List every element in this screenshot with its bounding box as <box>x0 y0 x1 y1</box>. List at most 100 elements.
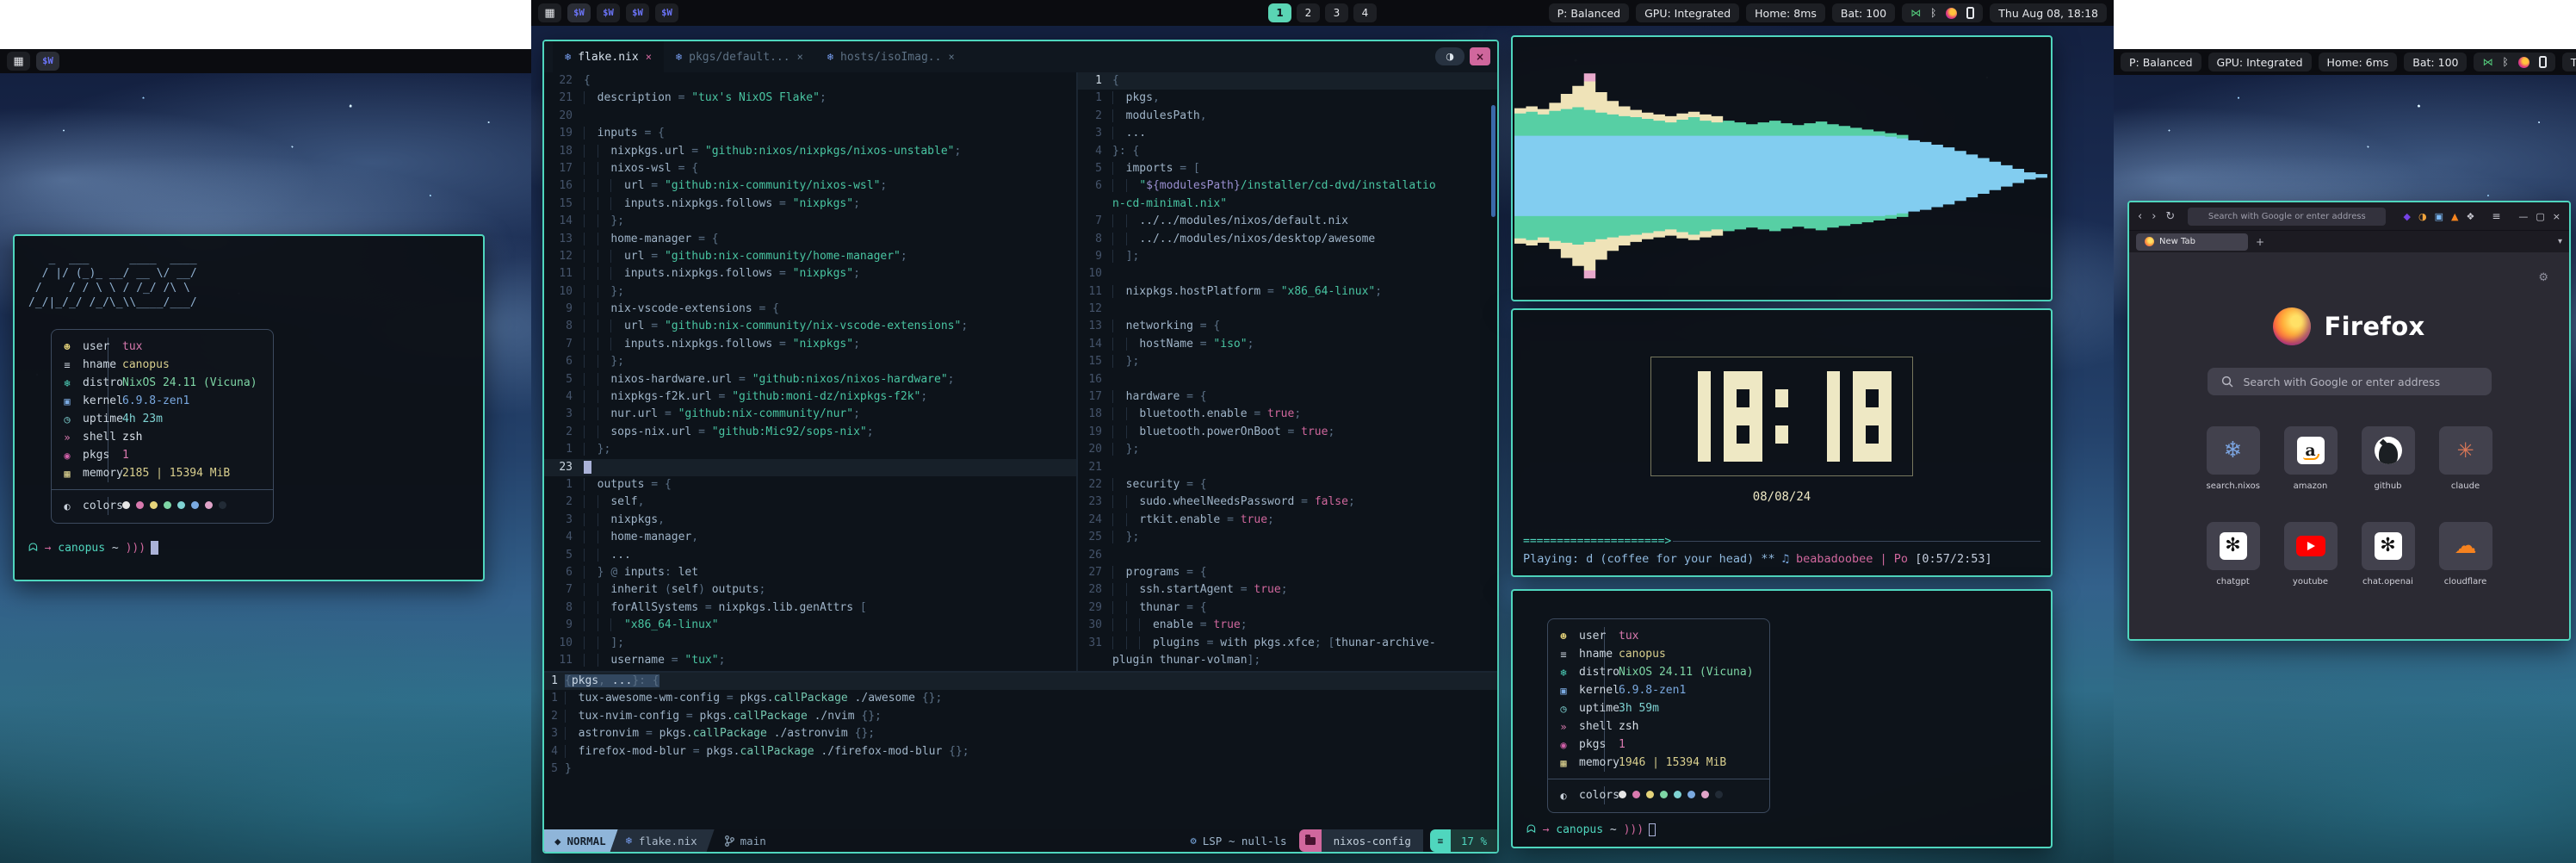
code-text: inherit (self) outputs; <box>584 581 765 599</box>
code-text: { <box>584 72 591 90</box>
menu-hamburger-icon[interactable]: ≡ <box>2492 210 2500 222</box>
tab-close-icon[interactable]: × <box>646 51 652 63</box>
fetch-value: tux <box>1605 630 1654 643</box>
workspace-button-4[interactable]: 4 <box>1353 3 1377 22</box>
workspace-button-3[interactable]: 3 <box>1325 3 1348 22</box>
neovim-editor-window[interactable]: ❄flake.nix×❄pkgs/default...×❄hosts/isoIm… <box>542 40 1499 854</box>
metamask-fox-icon[interactable]: ▲ <box>2451 211 2458 222</box>
editor-tab-pkgs-default-[interactable]: ❄pkgs/default...× <box>664 41 815 72</box>
terminal-cava-window[interactable]: ======================> Playing: ffee fo… <box>1511 35 2053 301</box>
line-number: 14 <box>544 213 584 230</box>
shell-prompt[interactable]: ᗣ → canopus ~ ))) <box>1526 823 1656 836</box>
tag-button[interactable]: $W <box>626 3 649 22</box>
scrollbar[interactable] <box>1491 105 1495 217</box>
tag-button[interactable]: $W <box>567 3 591 22</box>
shortcut-tile-chatgpt[interactable]: ✻chatgpt <box>2207 522 2260 587</box>
shortcut-tile-amazon[interactable]: aamazon <box>2284 426 2338 491</box>
back-button[interactable]: ‹ <box>2138 210 2142 223</box>
line-number: 14 <box>1078 336 1112 353</box>
terminal-fastfetch-right[interactable]: ☻usertux≡hnamecanopus❄distroNixOS 24.11 … <box>1511 589 2053 848</box>
network-icon[interactable]: ⋈ <box>1910 7 1921 19</box>
bluetooth-icon[interactable]: ᛒ <box>1930 7 1936 19</box>
fetch-row: ☻usertux <box>52 338 273 356</box>
ublock-shield-icon[interactable]: ▣ <box>2435 211 2443 222</box>
extensions-puzzle-icon[interactable]: ❖ <box>2466 211 2474 222</box>
code-text: }; <box>584 213 624 230</box>
shortcut-tile-youtube[interactable]: youtube <box>2284 522 2338 587</box>
code-text: } @ inputs: let <box>584 564 698 581</box>
line-number: 12 <box>544 248 584 265</box>
code-text: sops-nix.url = "github:Mic92/sops-nix"; <box>584 424 874 441</box>
color-picker-icon[interactable] <box>1946 8 1957 19</box>
launcher-button[interactable]: ▦ <box>7 52 30 71</box>
shell-prompt[interactable]: ᗣ → canopus ~ ))) <box>28 541 469 555</box>
workspace-button-2[interactable]: 2 <box>1297 3 1320 22</box>
phone-icon[interactable] <box>2539 56 2547 68</box>
fetch-label: ▦memory <box>52 464 108 482</box>
darkreader-icon[interactable]: ◑ <box>2418 211 2427 222</box>
prompt-chevrons: ))) <box>126 542 146 555</box>
editor-tab-flake-nix[interactable]: ❄flake.nix× <box>553 41 664 72</box>
shortcut-tile-search-nixos[interactable]: ❄search.nixos <box>2207 426 2260 491</box>
shortcut-tile-claude[interactable]: ✳claude <box>2439 426 2492 491</box>
tab-close-icon[interactable]: × <box>797 51 803 63</box>
editor-pane-flake-nix[interactable]: 22{21 description = "tux's NixOS Flake";… <box>544 72 1078 671</box>
workspace-switcher: 1234 <box>1268 3 1377 22</box>
url-bar[interactable]: Search with Google or enter address <box>2188 208 2386 226</box>
close-button[interactable]: × <box>2553 211 2561 222</box>
line-number: 2 <box>544 494 584 511</box>
color-picker-icon[interactable] <box>2518 57 2530 68</box>
theme-toggle-button[interactable]: ◑ <box>1435 47 1464 65</box>
tab-close-icon[interactable]: × <box>948 51 954 63</box>
personalize-gear-icon[interactable]: ⚙ <box>2538 271 2548 284</box>
newtab-search-field[interactable]: Search with Google or enter address <box>2208 368 2492 395</box>
digit-cell <box>1879 389 1892 407</box>
fetch-value: 1946 | 15394 MiB <box>1605 756 1742 769</box>
code-line: 9 "x86_64-linux" <box>544 617 1076 634</box>
tag-button[interactable]: $W <box>36 52 59 71</box>
terminal-clock-window[interactable]: 08/08/24 =====================> Playing:… <box>1511 308 2053 577</box>
tab-label: hosts/isoImag.. <box>840 51 941 64</box>
maximize-button[interactable]: ▢ <box>2536 211 2544 222</box>
firefox-window[interactable]: ‹ › ↻ Search with Google or enter addres… <box>2127 201 2571 641</box>
minimize-button[interactable]: — <box>2518 211 2528 222</box>
tag-button[interactable]: $W <box>655 3 678 22</box>
line-number: 16 <box>1078 371 1112 388</box>
project-folder-icon <box>1299 829 1322 852</box>
line-number: 9 <box>544 617 584 634</box>
line-number: 18 <box>1078 406 1112 423</box>
shortcut-tile-chat-openai[interactable]: ✻chat.openai <box>2362 522 2415 587</box>
bluetooth-icon[interactable]: ᛒ <box>2502 56 2508 68</box>
gem-extension-icon[interactable]: ◆ <box>2403 211 2410 222</box>
nixos-snowflake-icon: ❄ <box>2224 438 2243 463</box>
workspace-button-1[interactable]: 1 <box>1268 3 1291 22</box>
window-close-button[interactable]: × <box>1470 47 1490 65</box>
digit-cell <box>1698 407 1711 425</box>
fetch-label: ▦memory <box>1548 754 1605 772</box>
git-branch-segment: main <box>715 829 777 852</box>
tag-button[interactable]: $W <box>597 3 620 22</box>
shortcut-tile-cloudflare[interactable]: ☁cloudflare <box>2439 522 2492 587</box>
tab-list-chevron-icon[interactable]: ▾ <box>2558 237 2562 246</box>
shortcut-tile-github[interactable]: github <box>2362 426 2415 491</box>
digit-cell <box>1866 407 1879 425</box>
firefox-tabstrip: New Tab + ▾ <box>2129 230 2569 252</box>
new-tab-button[interactable]: + <box>2256 236 2264 248</box>
tab-new-tab[interactable]: New Tab <box>2136 233 2248 251</box>
code-line: 21 description = "tux's NixOS Flake"; <box>544 90 1076 107</box>
editor-pane-iso-image[interactable]: 1{1 pkgs,2 modulesPath,3 ...4}: {5 impor… <box>1078 72 1497 671</box>
progress-arrow: =====================> <box>1523 535 1671 548</box>
editor-tab-hosts-isoImag-[interactable]: ❄hosts/isoImag..× <box>815 41 967 72</box>
forward-button[interactable]: › <box>2152 210 2156 223</box>
palette-dot <box>136 501 144 509</box>
firefox-toolbar: ‹ › ↻ Search with Google or enter addres… <box>2129 202 2569 230</box>
launcher-button[interactable]: ▦ <box>538 3 561 22</box>
reload-button[interactable]: ↻ <box>2165 210 2175 223</box>
terminal-fastfetch-left[interactable]: _ ___ ____ ____ / |/ (_)_ __/ __ \/ __/ … <box>13 234 485 581</box>
phone-icon[interactable] <box>1966 7 1974 19</box>
editor-pane-pkgs-default[interactable]: 1{pkgs, ...}: {1 tux-awesome-wm-config =… <box>544 673 1497 829</box>
digit-cell <box>1737 425 1749 444</box>
palette-dot <box>1660 791 1668 798</box>
network-icon[interactable]: ⋈ <box>2482 56 2492 68</box>
code-line: 3 astronvim = pkgs.callPackage ./astronv… <box>544 725 1497 742</box>
